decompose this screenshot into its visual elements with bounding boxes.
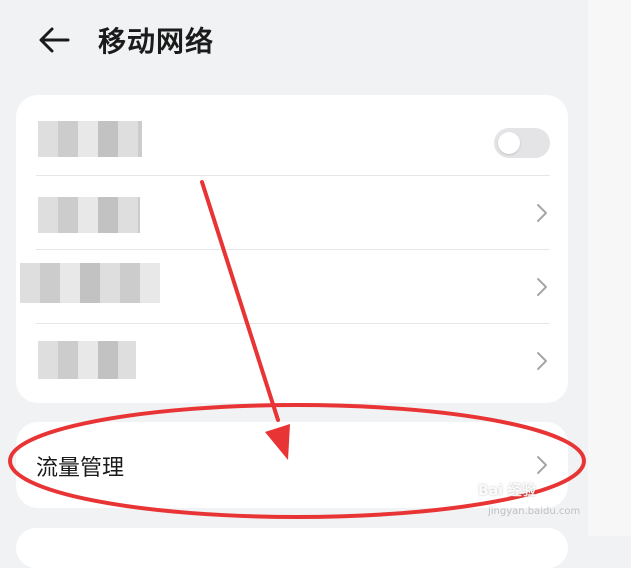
settings-row-mobile-data[interactable] <box>16 101 568 175</box>
back-button[interactable] <box>34 22 74 58</box>
settings-row-4[interactable] <box>16 323 568 397</box>
obscured-row-label <box>38 197 140 233</box>
mobile-data-toggle[interactable] <box>494 128 550 158</box>
chevron-right-icon <box>537 278 547 296</box>
arrow-left-icon <box>39 27 70 53</box>
mobile-network-settings-card <box>16 95 568 403</box>
top-bar: 移动网络 <box>0 0 588 80</box>
toggle-knob <box>498 132 520 154</box>
page-title: 移动网络 <box>98 25 215 58</box>
watermark-brand: Bai 经验 <box>478 483 536 499</box>
obscured-row-label <box>38 121 142 157</box>
obscured-row-label <box>20 263 160 303</box>
settings-row-2[interactable] <box>16 175 568 249</box>
next-card-partial <box>16 528 568 568</box>
chevron-right-icon <box>537 204 547 222</box>
right-margin-strip <box>588 0 631 536</box>
traffic-management-label: 流量管理 <box>36 456 125 481</box>
chevron-right-icon <box>537 456 547 474</box>
chevron-right-icon <box>537 352 547 370</box>
obscured-row-label <box>38 341 136 379</box>
watermark-url: jingyan.baidu.com <box>488 506 581 517</box>
settings-row-3[interactable] <box>16 249 568 323</box>
